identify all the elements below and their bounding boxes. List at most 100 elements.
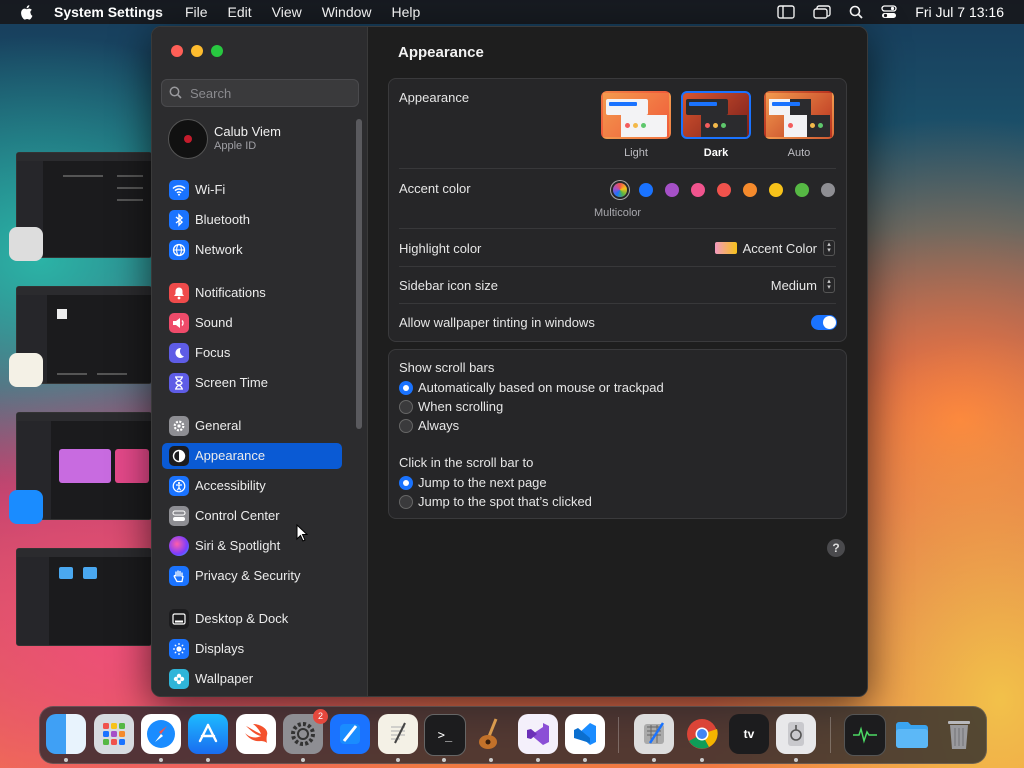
menu-window[interactable]: Window: [322, 4, 372, 20]
sidebar-icon-size-select[interactable]: Medium ▴ ▾: [771, 277, 835, 293]
theme-auto-label: Auto: [787, 147, 811, 159]
dock-xcode-icon[interactable]: [330, 714, 370, 754]
accent-multicolor-swatch[interactable]: [613, 183, 627, 197]
sidebar-item-desktop-dock[interactable]: Desktop & Dock: [162, 606, 342, 632]
sidebar-item-label: Control Center: [195, 508, 280, 523]
accent-red-swatch[interactable]: [717, 183, 731, 197]
sidebar-item-label: Notifications: [195, 285, 266, 300]
dock-running-indicator: [206, 758, 210, 762]
click-next-page-label[interactable]: Jump to the next page: [418, 475, 547, 490]
dock-apple-tv-icon[interactable]: tv: [729, 714, 769, 754]
theme-auto-option[interactable]: Auto: [764, 91, 834, 159]
sidebar-item-control-center[interactable]: Control Center: [162, 503, 342, 529]
theme-auto-preview: [764, 91, 834, 139]
dock-visual-studio-icon[interactable]: [518, 714, 558, 754]
sidebar-item-wifi[interactable]: Wi-Fi: [162, 177, 342, 203]
theme-light-preview: [601, 91, 671, 139]
dock-downloads-folder-icon[interactable]: [892, 714, 932, 754]
accent-blue-swatch[interactable]: [639, 183, 653, 197]
stage-manager-icon[interactable]: [813, 5, 831, 19]
sidebar-item-notifications[interactable]: Notifications: [162, 280, 342, 306]
dock-disk-utility-icon[interactable]: [776, 714, 816, 754]
scroll-bars-scrolling-label[interactable]: When scrolling: [418, 399, 503, 414]
sidebar-item-screen-time[interactable]: Screen Time: [162, 370, 342, 396]
dock-trash-icon[interactable]: [939, 714, 979, 754]
scroll-bars-always-label[interactable]: Always: [418, 418, 459, 433]
click-scroll-bar-label: Click in the scroll bar to: [399, 455, 534, 470]
click-spot-label[interactable]: Jump to the spot that’s clicked: [418, 494, 592, 509]
close-window-button[interactable]: [171, 45, 183, 57]
sidebar-toggle-icon[interactable]: [777, 5, 795, 19]
dock-running-indicator: [489, 758, 493, 762]
search-field[interactable]: [161, 79, 359, 107]
accent-color-label: Accent color: [399, 181, 471, 196]
search-input[interactable]: [188, 83, 352, 103]
wallpaper-tinting-toggle[interactable]: [811, 315, 837, 330]
accent-orange-swatch[interactable]: [743, 183, 757, 197]
dock-running-indicator: [583, 758, 587, 762]
sidebar-item-displays[interactable]: Displays: [162, 636, 342, 662]
divider: [399, 303, 836, 304]
sidebar-item-privacy-security[interactable]: Privacy & Security: [162, 563, 342, 589]
menu-help[interactable]: Help: [392, 4, 421, 20]
sidebar-item-bluetooth[interactable]: Bluetooth: [162, 207, 342, 233]
globe-icon: [169, 240, 189, 260]
avatar: [168, 119, 208, 159]
accent-pink-swatch[interactable]: [691, 183, 705, 197]
accessibility-icon: [169, 476, 189, 496]
dock-chrome-icon[interactable]: [682, 714, 722, 754]
click-spot-radio[interactable]: [399, 495, 413, 509]
theme-light-label: Light: [624, 147, 648, 159]
sidebar-item-focus[interactable]: Focus: [162, 340, 342, 366]
menu-clock[interactable]: Fri Jul 7 13:16: [915, 4, 1004, 20]
menu-app-name[interactable]: System Settings: [54, 4, 163, 20]
sidebar: Calub Viem Apple ID Wi-Fi Bluetooth Netw…: [152, 27, 368, 696]
dock-vscode-icon[interactable]: [565, 714, 605, 754]
sidebar-item-accessibility[interactable]: Accessibility: [162, 473, 342, 499]
dock-swift-icon[interactable]: [236, 714, 276, 754]
sidebar-item-network[interactable]: Network: [162, 237, 342, 263]
sidebar-scrollbar[interactable]: [356, 119, 362, 429]
menu-file[interactable]: File: [185, 4, 208, 20]
scroll-bars-scrolling-radio[interactable]: [399, 400, 413, 414]
menu-edit[interactable]: Edit: [228, 4, 252, 20]
apple-id-account[interactable]: Calub Viem Apple ID: [168, 119, 358, 159]
scroll-bars-auto-label[interactable]: Automatically based on mouse or trackpad: [418, 380, 664, 395]
dock-textedit-icon[interactable]: [378, 714, 418, 754]
dock-launchpad-icon[interactable]: [94, 714, 134, 754]
highlight-color-select[interactable]: Accent Color ▴ ▾: [714, 240, 835, 256]
theme-light-option[interactable]: Light: [601, 91, 671, 159]
page-title: Appearance: [398, 44, 484, 61]
accent-green-swatch[interactable]: [795, 183, 809, 197]
dock-finder-icon[interactable]: [46, 714, 86, 754]
stage-thumbnail-4[interactable]: [16, 548, 152, 646]
dock-activity-monitor-icon[interactable]: [844, 714, 886, 756]
hourglass-icon: [169, 373, 189, 393]
minimize-window-button[interactable]: [191, 45, 203, 57]
dock-terminal-icon[interactable]: >_: [424, 714, 466, 756]
sidebar-item-appearance[interactable]: Appearance: [162, 443, 342, 469]
sidebar-item-general[interactable]: General: [162, 413, 342, 439]
dock-system-settings-icon[interactable]: 2: [283, 709, 328, 754]
spotlight-search-icon[interactable]: [849, 5, 863, 19]
sidebar-item-siri-spotlight[interactable]: Siri & Spotlight: [162, 533, 342, 559]
accent-yellow-swatch[interactable]: [769, 183, 783, 197]
accent-graphite-swatch[interactable]: [821, 183, 835, 197]
control-center-icon[interactable]: [881, 5, 897, 19]
dock-app-store-icon[interactable]: [188, 714, 228, 754]
dock-safari-icon[interactable]: [141, 714, 181, 754]
sidebar-item-sound[interactable]: Sound: [162, 310, 342, 336]
click-next-page-radio[interactable]: [399, 476, 413, 490]
accent-purple-swatch[interactable]: [665, 183, 679, 197]
show-scroll-bars-label: Show scroll bars: [399, 360, 495, 375]
sidebar-item-wallpaper[interactable]: Wallpaper: [162, 666, 342, 692]
theme-dark-option[interactable]: Dark: [681, 91, 751, 159]
menu-view[interactable]: View: [272, 4, 302, 20]
zoom-window-button[interactable]: [211, 45, 223, 57]
scroll-bars-auto-radio[interactable]: [399, 381, 413, 395]
apple-logo-icon[interactable]: [18, 3, 36, 21]
help-button[interactable]: ?: [827, 539, 845, 557]
dock-simulator-icon[interactable]: [634, 714, 674, 754]
scroll-bars-always-radio[interactable]: [399, 419, 413, 433]
dock-instruments-icon[interactable]: [471, 714, 511, 754]
